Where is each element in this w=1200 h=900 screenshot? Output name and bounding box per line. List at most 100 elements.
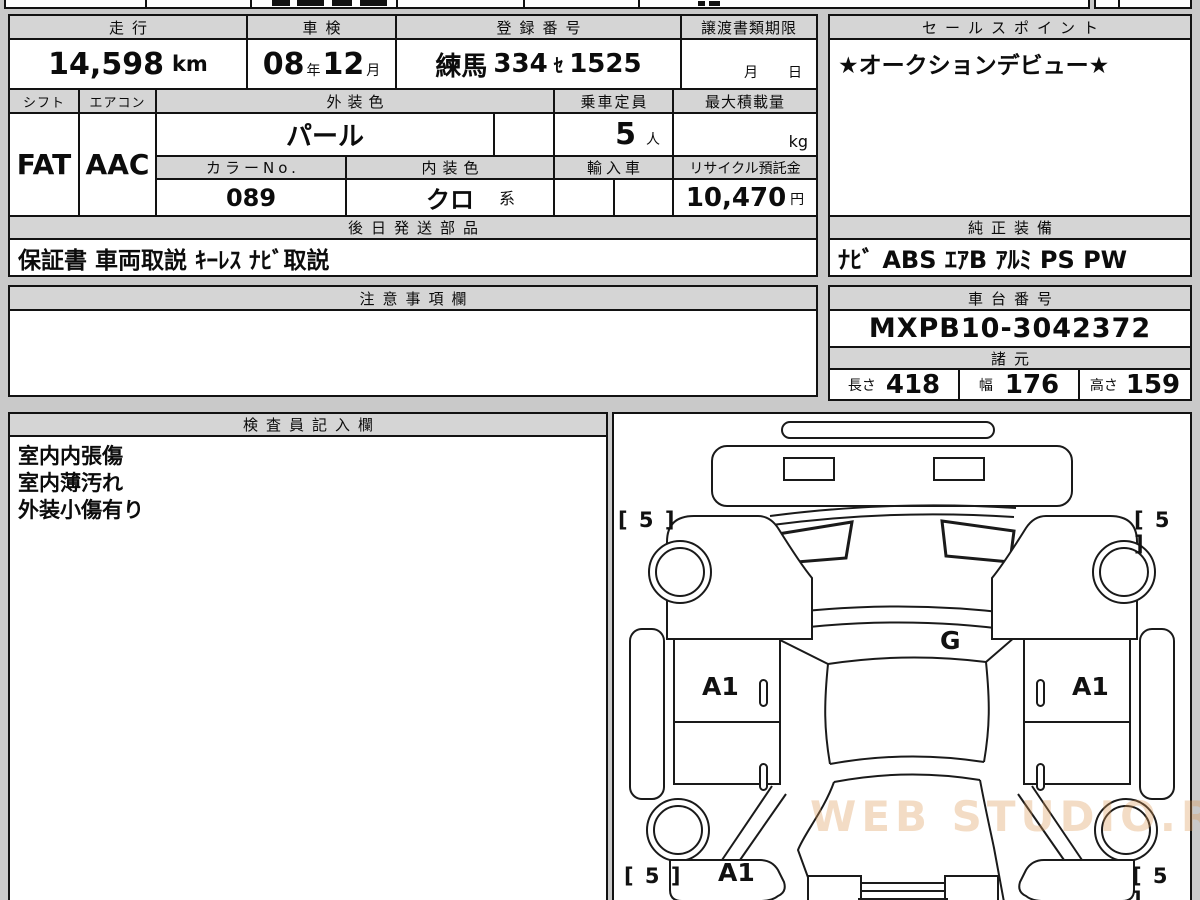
divider — [396, 0, 398, 7]
deadline-day-suffix: 日 — [788, 65, 802, 81]
exterior-color-sub-cell — [493, 112, 555, 157]
spec-length-cell: 長さ 418 — [828, 368, 960, 401]
chassis-value-cell: MXPB10-3042372 — [828, 309, 1192, 348]
inspector-line: 室内薄汚れ — [18, 471, 123, 495]
damage-code-right-door: A1 — [1072, 672, 1109, 701]
transfer-deadline-label: 譲渡書類期限 — [700, 18, 797, 37]
shift-value: FAT — [16, 148, 72, 181]
interior-color-value: クロ — [426, 186, 474, 214]
later-shipping-header: 後日発送部品 — [8, 215, 818, 240]
exterior-color-header: 外装色 — [155, 88, 555, 114]
import-car-cell-a — [553, 178, 615, 217]
spec-height-value: 159 — [1125, 369, 1181, 400]
capacity-header: 乗車定員 — [553, 88, 674, 114]
spec-length-value: 418 — [885, 369, 941, 400]
interior-color-label: 内装色 — [421, 159, 485, 177]
color-no-header: カラーNo. — [155, 155, 347, 180]
color-no-label: カラーNo. — [206, 159, 300, 177]
mileage-unit: km — [171, 52, 208, 76]
genuine-equipment-label: 純正装備 — [967, 219, 1060, 237]
spec-height-label: 高さ — [1089, 377, 1118, 394]
deadline-month-suffix: 月 — [744, 65, 758, 81]
later-shipping-value-cell: 保証書 車両取説 ｷｰﾚｽ ﾅﾋﾞ取説 — [8, 238, 818, 277]
inspector-value-cell: 室内内張傷 室内薄汚れ 外装小傷有り — [8, 435, 608, 900]
aircon-value: AAC — [85, 148, 150, 181]
aircon-label: エアコン — [89, 95, 146, 111]
interior-color-header: 内装色 — [345, 155, 555, 180]
shaken-year: 08 — [262, 46, 305, 82]
capacity-value: 5 — [615, 117, 636, 152]
registration-label: 登録番号 — [496, 18, 589, 37]
spec-length-label: 長さ — [847, 377, 876, 394]
truncated-text-fragment — [297, 0, 324, 6]
inspector-label: 検査員記入欄 — [242, 416, 381, 434]
spec-width-cell: 幅 176 — [958, 368, 1080, 401]
later-shipping-label: 後日発送部品 — [347, 219, 486, 237]
exterior-color-value-cell: パール — [155, 112, 495, 157]
exterior-color-value: パール — [285, 122, 364, 152]
watermark-text: WEB STUDIO.RU — [810, 792, 1200, 841]
mileage-label: 走行 — [108, 18, 155, 37]
notes-value-cell — [8, 309, 818, 397]
registration-kana: ｾ — [553, 54, 564, 77]
chassis-value: MXPB10-3042372 — [868, 313, 1152, 344]
aircon-header: エアコン — [78, 88, 157, 114]
color-no-value: 089 — [225, 183, 277, 212]
capacity-unit: 人 — [646, 132, 660, 148]
mileage-header: 走行 — [8, 14, 248, 40]
tread-mark-front-left: [ 5 ] — [618, 508, 677, 532]
inspector-lines: 室内内張傷 室内薄汚れ 外装小傷有り — [18, 443, 144, 524]
later-shipping-value: 保証書 車両取説 ｷｰﾚｽ ﾅﾋﾞ取説 — [18, 247, 330, 274]
chassis-label: 車台番号 — [967, 289, 1060, 308]
auction-sheet: 走行 車検 登録番号 譲渡書類期限 14,598 km 08 年 12 月 練馬… — [0, 0, 1200, 900]
spec-width-value: 176 — [1004, 369, 1060, 400]
recycle-deposit-label: リサイクル預託金 — [689, 160, 801, 177]
import-car-label: 輸入車 — [586, 159, 644, 177]
max-load-unit: kg — [788, 132, 808, 151]
shaken-header: 車検 — [246, 14, 397, 40]
recycle-deposit-value-cell: 10,470 円 — [672, 178, 818, 217]
notes-header: 注意事項欄 — [8, 285, 818, 311]
chassis-header: 車台番号 — [828, 285, 1192, 311]
shaken-value-cell: 08 年 12 月 — [246, 38, 397, 90]
tread-mark-rear-left: [ 5 ] — [624, 864, 683, 888]
capacity-value-cell: 5 人 — [553, 112, 674, 157]
sales-point-label: セールスポイント — [921, 18, 1106, 37]
truncated-top-row-right — [1094, 0, 1192, 9]
registration-header: 登録番号 — [395, 14, 682, 40]
max-load-label: 最大積載量 — [704, 92, 785, 111]
registration-area: 練馬 — [435, 51, 488, 82]
sales-point-header: セールスポイント — [828, 14, 1192, 40]
shaken-year-suffix: 年 — [306, 63, 321, 79]
divider — [523, 0, 525, 7]
truncated-text-fragment — [332, 0, 352, 6]
inspector-line: 外装小傷有り — [18, 498, 144, 522]
interior-color-suffix: 系 — [498, 189, 515, 208]
specs-label: 諸元 — [990, 349, 1037, 368]
inspector-line: 室内内張傷 — [18, 444, 123, 468]
notes-label: 注意事項欄 — [359, 289, 475, 308]
mileage-value-cell: 14,598 km — [8, 38, 248, 90]
registration-number: 1525 — [569, 49, 642, 79]
specs-header: 諸元 — [828, 346, 1192, 370]
interior-color-value-cell: クロ 系 — [345, 178, 555, 217]
shaken-month-suffix: 月 — [366, 63, 381, 79]
tread-mark-rear-right: [ 5 ] — [1132, 864, 1170, 900]
max-load-header: 最大積載量 — [672, 88, 818, 114]
divider — [638, 0, 640, 7]
damage-diagram-panel: WEB STUDIO.RU [ 5 ] [ 5 ] [ 5 ] [ 5 ] G … — [612, 412, 1200, 900]
genuine-equipment-value: ﾅﾋﾞ ABS ｴｱB ｱﾙﾐ PS PW — [838, 246, 1128, 274]
transfer-deadline-header: 譲渡書類期限 — [680, 14, 818, 40]
divider — [250, 0, 252, 7]
recycle-deposit-header: リサイクル預託金 — [672, 155, 818, 180]
spec-width-label: 幅 — [978, 377, 993, 394]
registration-value-cell: 練馬 334 ｾ 1525 — [395, 38, 682, 90]
capacity-label: 乗車定員 — [580, 92, 649, 111]
divider — [145, 0, 147, 7]
genuine-equipment-value-cell: ﾅﾋﾞ ABS ｴｱB ｱﾙﾐ PS PW — [828, 238, 1192, 277]
shift-value-cell: FAT — [8, 112, 80, 217]
truncated-text-fragment — [360, 0, 387, 6]
truncated-top-row — [4, 0, 1090, 9]
recycle-deposit-unit: 円 — [790, 192, 805, 208]
exterior-color-label: 外装色 — [326, 92, 390, 111]
